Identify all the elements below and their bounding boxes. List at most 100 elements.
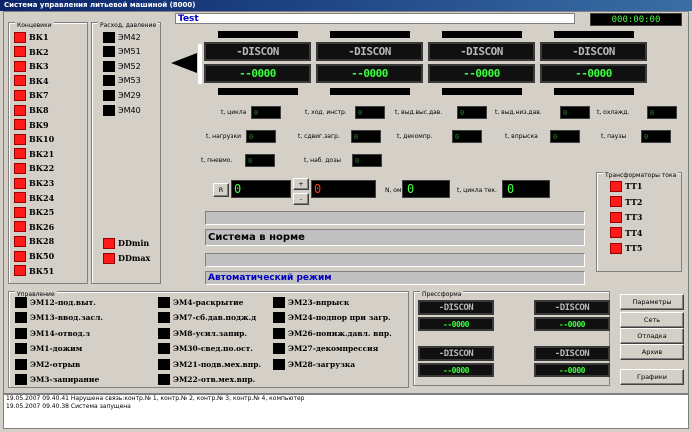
endswitch-row: ВК25 [14,206,54,218]
endswitch-label: ВК23 [29,178,55,188]
pressure-row: DDmax [103,252,150,264]
pressform-status-display: -DISCON [418,300,494,315]
graphs-button[interactable]: Графики [620,369,684,385]
event-log: 19.05.2007 09.40.41 Нарушена связь:контр… [3,394,689,429]
window-title: Система управления литьевой машиной (800… [0,0,692,11]
pressform-value-display: --0000 [534,363,610,377]
control-label: ЭМ27-декомпрессия [288,344,379,353]
endswitch-label: ВК2 [29,46,49,57]
flow-label: ЭМ40 [118,105,141,115]
control-item[interactable]: ЭМ22-отв.мех.впр. [158,374,255,386]
flow-row: ЭМ51 [103,46,141,58]
control-item[interactable]: ЭМ12-под.выт. [15,296,96,308]
control-item[interactable]: ЭМ1-дожим [15,343,82,355]
counter-display: 0 [231,180,291,198]
endswitch-label: ВК25 [29,207,55,218]
endswitch-row: ВК10 [14,133,54,145]
control-led[interactable] [15,296,27,308]
endswitch-led [14,235,26,247]
flow-led [103,104,115,116]
endswitch-led [14,192,26,204]
pressform-value-display: --0000 [534,317,610,331]
pressform-value-display: --0000 [418,317,494,331]
archive-button[interactable]: Архив [620,344,684,360]
network-button[interactable]: Сеть [620,312,684,328]
endswitch-label: ВК22 [29,163,55,174]
control-led[interactable] [158,343,170,354]
param-value: 0 [550,130,580,143]
control-led[interactable] [15,374,27,385]
control-item[interactable]: ЭМ24-подпор при загр. [273,312,391,324]
param-value: 0 [452,130,482,143]
endswitch-led [14,148,26,160]
param-label: t, впрыска [505,133,538,140]
control-led[interactable] [15,312,27,323]
endswitch-led [14,250,26,262]
endswitch-row: ВК8 [14,104,49,116]
transformer-row: ТТ1 [610,180,642,192]
channel-bottom-bar [330,88,410,95]
control-led[interactable] [158,312,170,323]
status-empty-bar-1 [205,211,585,225]
control-led[interactable] [158,296,170,308]
control-led[interactable] [158,374,170,385]
control-item[interactable]: ЭМ23-впрыск [273,296,349,308]
channel-status-display: -DISCON [428,42,535,61]
control-led[interactable] [15,343,27,354]
transformer-row: ТТ2 [610,196,642,208]
control-item[interactable]: ЭМ13-ввод.засл. [15,312,103,324]
control-item[interactable]: ЭМ7-сб.дав.подж.д [158,312,256,324]
channel-status-display: -DISCON [316,42,423,61]
control-item[interactable]: ЭМ4-раскрытие [158,296,243,308]
control-label: ЭМ12-под.выт. [30,297,96,307]
control-label: ЭМ22-отв.мех.впр. [173,375,256,384]
reset-button[interactable]: R [213,183,229,197]
endswitch-row: ВК3 [14,60,49,72]
control-led[interactable] [273,343,285,354]
control-item[interactable]: ЭМ27-декомпрессия [273,343,378,355]
control-label: ЭМ3-запирание [30,375,100,384]
control-item[interactable]: ЭМ21-подв.мех.впр. [158,358,261,370]
param-value: 0 [560,106,590,119]
control-item[interactable]: ЭМ2-отрыв [15,358,80,370]
param-value: 0 [245,154,275,167]
control-led[interactable] [15,327,27,339]
transformer-row: ТТ4 [610,227,642,239]
control-led[interactable] [158,327,170,339]
control-label: ЭМ26-пониж.давл. впр. [288,328,392,338]
endswitch-row: ВК2 [14,46,49,58]
control-led[interactable] [273,358,285,370]
control-item[interactable]: ЭМ30-свед.по.ост. [158,343,253,355]
param-value: 0 [246,130,276,143]
channel-bottom-bar [554,88,634,95]
control-item[interactable]: ЭМ14-отвод.з [15,327,90,339]
counter-down-button[interactable]: - [293,193,309,205]
counter-red-display: 0 [311,180,376,198]
debug-button[interactable]: Отладка [620,328,684,344]
counter-up-button[interactable]: + [293,178,309,190]
control-led[interactable] [273,312,285,323]
control-label: ЭМ7-сб.дав.подж.д [173,313,257,322]
transformer-led [610,227,622,238]
endswitch-led [14,75,26,87]
control-item[interactable]: ЭМ28-загрузка [273,358,355,370]
endswitch-led [14,104,26,116]
control-label: ЭМ8-усил.запир. [173,328,247,338]
endswitch-row: ВК4 [14,75,49,87]
pressure-label: DDmax [118,253,151,263]
flow-led [103,31,115,43]
control-led[interactable] [273,296,285,308]
control-item[interactable]: ЭМ26-пониж.давл. впр. [273,327,392,339]
pressform-value-display: --0000 [418,363,494,377]
endswitch-row: ВК50 [14,250,54,262]
flow-row: ЭМ52 [103,60,141,72]
transformer-led [610,180,622,192]
control-led[interactable] [158,358,170,370]
params-button[interactable]: Параметры [620,294,684,310]
control-item[interactable]: ЭМ8-усил.запир. [158,327,247,339]
control-label: ЭМ21-подв.мех.впр. [173,359,262,369]
param-label: t, выд.выс.дав. [395,109,443,116]
control-led[interactable] [273,327,285,339]
control-led[interactable] [15,358,27,370]
control-item[interactable]: ЭМ3-запирание [15,374,99,386]
